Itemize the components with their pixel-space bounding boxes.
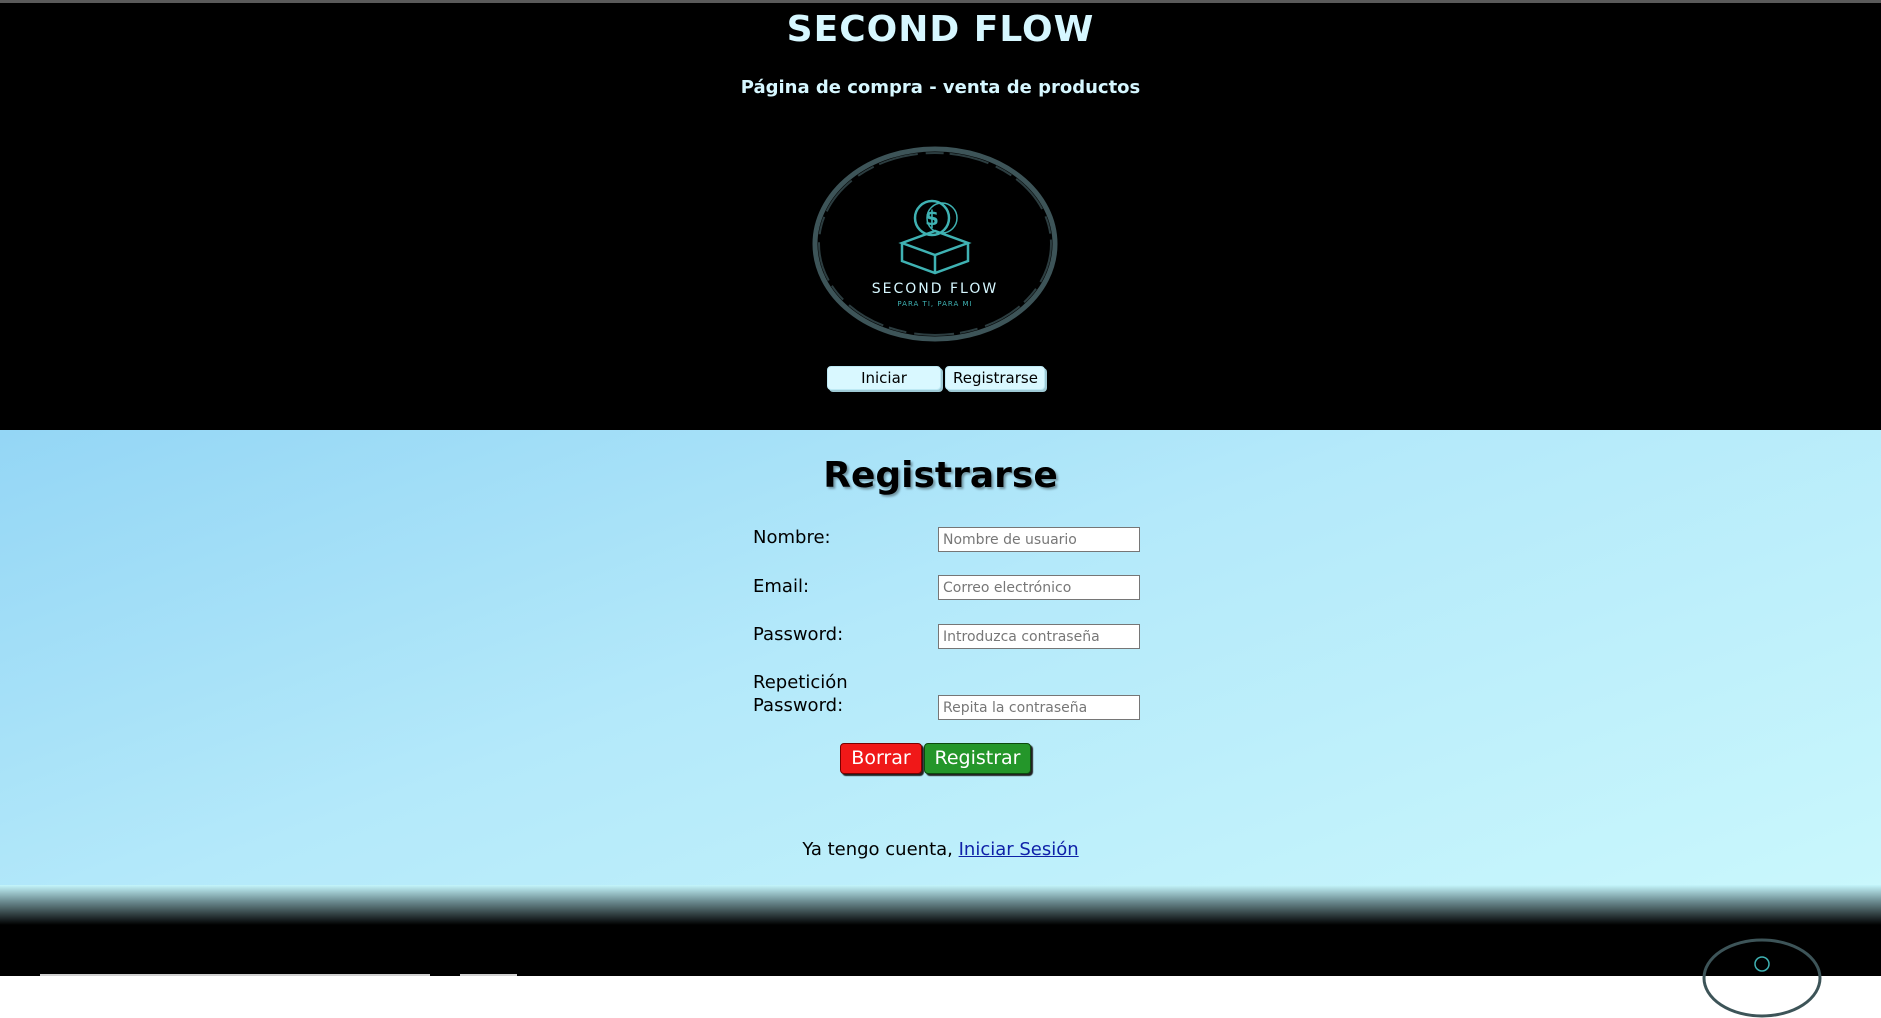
register-nav-button[interactable]: Registrarse (945, 366, 1045, 390)
logo-tagline-text: PARA TI, PARA MI (897, 300, 972, 308)
password-label: Password: (753, 624, 844, 645)
site-subtitle: Página de compra - venta de productos (740, 77, 1141, 98)
second-flow-logo: $ SECOND FLOW PARA TI, PARA MI (812, 146, 1058, 342)
clear-button[interactable]: Borrar (840, 743, 922, 774)
svg-text:$: $ (925, 206, 939, 230)
repeat-password-input[interactable] (938, 695, 1140, 720)
existing-account-text: Ya tengo cuenta, (802, 839, 959, 860)
password-input[interactable] (938, 624, 1140, 649)
form-title: Registrarse (823, 455, 1058, 496)
repeat-password-label-line2: Password: (753, 695, 844, 716)
login-link[interactable]: Iniciar Sesión (959, 839, 1079, 860)
register-section: Registrarse Nombre: Email: Password: Rep… (0, 430, 1881, 885)
email-input[interactable] (938, 575, 1140, 600)
nombre-input[interactable] (938, 527, 1140, 552)
nombre-label: Nombre: (753, 527, 831, 548)
logo-brand-text: SECOND FLOW (872, 281, 998, 297)
site-header: SECOND FLOW Página de compra - venta de … (0, 3, 1881, 430)
email-label: Email: (753, 576, 810, 597)
footer-gradient (0, 885, 1881, 925)
footer-logo (1702, 938, 1822, 1018)
site-title: SECOND FLOW (786, 9, 1095, 50)
existing-account-prompt: Ya tengo cuenta, Iniciar Sesión (0, 839, 1881, 860)
login-button[interactable]: Iniciar Sesion (827, 366, 941, 409)
repeat-password-label-line1: Repetición (753, 672, 848, 693)
submit-register-button[interactable]: Registrar (924, 743, 1031, 774)
repeat-password-label: Repetición Password: (753, 671, 848, 717)
site-footer (0, 925, 1881, 1018)
